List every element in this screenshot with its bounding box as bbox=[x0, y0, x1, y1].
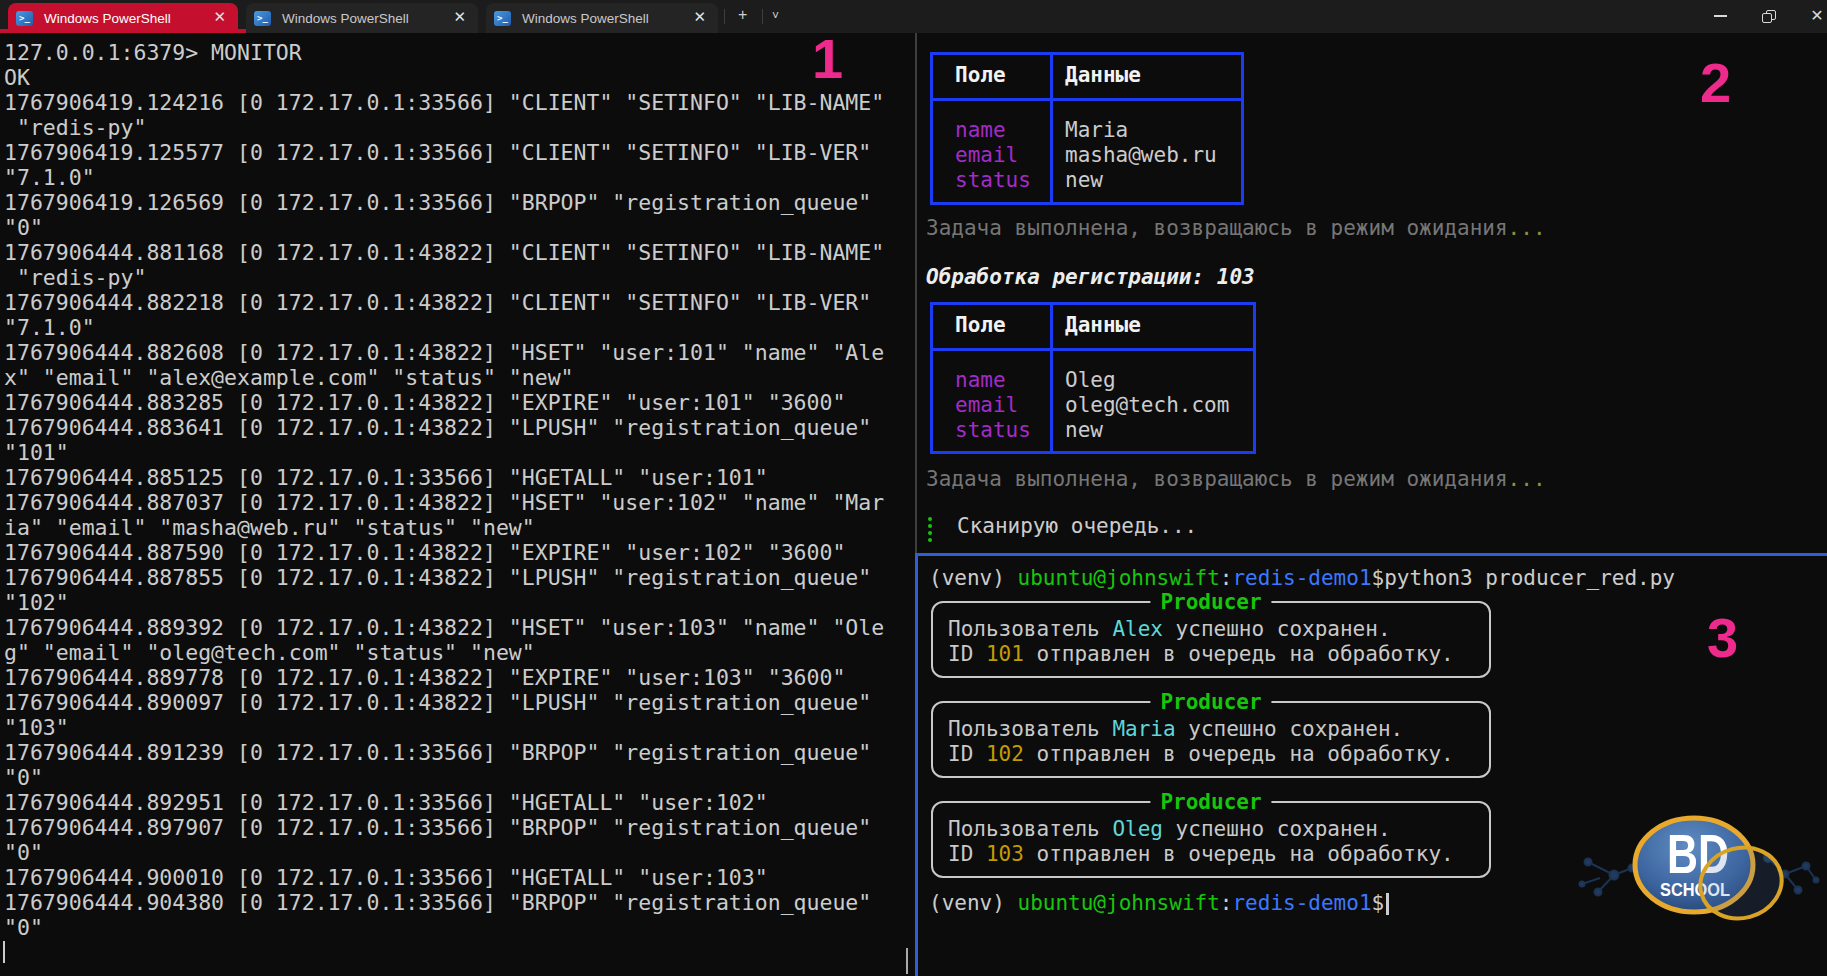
processing-label: Обработка регистрации: 103 bbox=[926, 265, 1255, 289]
left-pane-scrollbar-thumb[interactable] bbox=[906, 948, 908, 974]
close-window-button[interactable]: ✕ bbox=[1794, 0, 1827, 32]
restore-button[interactable] bbox=[1746, 0, 1792, 32]
working-dir: redis-demo1 bbox=[1232, 566, 1371, 590]
tab-powershell-2[interactable]: >_ Windows PowerShell ✕ bbox=[246, 3, 478, 33]
title-bar: >_ Windows PowerShell ✕ >_ Windows Power… bbox=[0, 0, 1827, 33]
table-cell-field: name bbox=[955, 368, 1006, 393]
prompt-colon: : bbox=[1220, 891, 1233, 915]
powershell-icon: >_ bbox=[494, 11, 511, 26]
monitor-output: 127.0.0.1:6379> MONITOR OK 1767906419.12… bbox=[4, 40, 884, 940]
user-id: 102 bbox=[986, 742, 1024, 766]
status-message: Задача выполнена, возвращаюсь в режим ож… bbox=[926, 216, 1546, 240]
status-text: Задача выполнена, возвращаюсь в режим ож… bbox=[926, 216, 1508, 240]
table-cell-value: Oleg bbox=[1065, 368, 1116, 393]
command-text: python3 producer_red.py bbox=[1384, 566, 1675, 590]
user-name: Alex bbox=[1112, 617, 1163, 641]
user-host: ubuntu@johnswift bbox=[1018, 891, 1220, 915]
left-pane-cursor bbox=[3, 941, 5, 963]
table-column-separator bbox=[1050, 305, 1053, 451]
tab-close-icon[interactable]: ✕ bbox=[693, 8, 706, 26]
status-text: Задача выполнена, возвращаюсь в режим ож… bbox=[926, 467, 1508, 491]
panel-line: Пользователь Alex успешно сохранен. bbox=[948, 617, 1391, 642]
tab-dropdown-button[interactable]: ˅ bbox=[772, 9, 779, 23]
producer-panel-1: Producer Пользователь Alex успешно сохра… bbox=[931, 601, 1491, 678]
powershell-icon: >_ bbox=[254, 11, 271, 26]
status-message: Задача выполнена, возвращаюсь в режим ож… bbox=[926, 467, 1546, 491]
prompt-dollar: $ bbox=[1372, 891, 1385, 915]
tab-label: Windows PowerShell bbox=[282, 11, 409, 26]
panel-line: Пользователь Maria успешно сохранен. bbox=[948, 717, 1403, 742]
user-name: Maria bbox=[1112, 717, 1175, 741]
close-icon: ✕ bbox=[1810, 8, 1823, 24]
tab-powershell-3[interactable]: >_ Windows PowerShell ✕ bbox=[486, 3, 718, 33]
tab-label: Windows PowerShell bbox=[44, 11, 171, 26]
tabbar-separator bbox=[762, 9, 763, 24]
result-table-2: Поле Данные name email status Oleg oleg@… bbox=[930, 302, 1256, 454]
minimize-button[interactable] bbox=[1697, 0, 1743, 32]
table-cell-value: masha@web.ru bbox=[1065, 143, 1217, 168]
producer-panel-2: Producer Пользователь Maria успешно сохр… bbox=[931, 701, 1491, 778]
status-dots: ... bbox=[1508, 467, 1546, 491]
table-cell-value: oleg@tech.com bbox=[1065, 393, 1229, 418]
shell-prompt: (venv) ubuntu@johnswift:redis-demo1$pyth… bbox=[929, 566, 1675, 591]
table-cell-field: status bbox=[955, 418, 1031, 443]
annotation-number-2: 2 bbox=[1700, 61, 1731, 105]
panel-line: Пользователь Oleg успешно сохранен. bbox=[948, 817, 1391, 842]
table-header-field: Поле bbox=[955, 313, 1006, 338]
prompt-dollar: $ bbox=[1372, 566, 1385, 590]
annotation-number-3: 3 bbox=[1707, 616, 1738, 660]
table-header-separator bbox=[933, 348, 1253, 351]
scanning-label: Сканирую очередь... bbox=[957, 514, 1197, 538]
powershell-icon: >_ bbox=[16, 11, 33, 26]
venv-label: (venv) bbox=[929, 566, 1018, 590]
panel-line: ID 102 отправлен в очередь на обработку. bbox=[948, 742, 1454, 767]
focused-pane-border-left bbox=[915, 553, 918, 976]
tabbar-separator bbox=[724, 9, 725, 24]
terminal-cursor bbox=[1386, 893, 1389, 915]
panel-line: ID 101 отправлен в очередь на обработку. bbox=[948, 642, 1454, 667]
user-host: ubuntu@johnswift bbox=[1018, 566, 1220, 590]
table-cell-field: name bbox=[955, 118, 1006, 143]
table-column-separator bbox=[1050, 55, 1053, 202]
restore-icon bbox=[1762, 10, 1776, 23]
tab-powershell-1[interactable]: >_ Windows PowerShell ✕ bbox=[8, 3, 238, 33]
result-table-1: Поле Данные name email status Maria mash… bbox=[930, 52, 1244, 205]
status-dots: ... bbox=[1508, 216, 1546, 240]
new-tab-button[interactable]: + bbox=[738, 6, 747, 24]
prompt-colon: : bbox=[1220, 566, 1233, 590]
table-header-data: Данные bbox=[1065, 313, 1141, 338]
producer-panel-3: Producer Пользователь Oleg успешно сохра… bbox=[931, 801, 1491, 878]
table-header-field: Поле bbox=[955, 63, 1006, 88]
table-cell-value: new bbox=[1065, 168, 1103, 193]
user-name: Oleg bbox=[1112, 817, 1163, 841]
tab-label: Windows PowerShell bbox=[522, 11, 649, 26]
table-cell-field: email bbox=[955, 143, 1018, 168]
tab-close-icon[interactable]: ✕ bbox=[213, 8, 226, 26]
table-header-data: Данные bbox=[1065, 63, 1141, 88]
bd-school-logo: BD SCHOOL bbox=[1570, 800, 1827, 976]
table-cell-field: status bbox=[955, 168, 1031, 193]
venv-label: (venv) bbox=[929, 891, 1018, 915]
panel-title: Producer bbox=[1150, 690, 1271, 715]
panel-title: Producer bbox=[1150, 590, 1271, 615]
table-cell-field: email bbox=[955, 393, 1018, 418]
working-dir: redis-demo1 bbox=[1232, 891, 1371, 915]
shell-prompt: (venv) ubuntu@johnswift:redis-demo1$ bbox=[929, 891, 1384, 916]
panel-title: Producer bbox=[1150, 790, 1271, 815]
minimize-icon bbox=[1714, 15, 1727, 17]
user-id: 101 bbox=[986, 642, 1024, 666]
table-cell-value: Maria bbox=[1065, 118, 1128, 143]
table-header-separator bbox=[933, 98, 1241, 101]
focused-pane-border-top bbox=[915, 553, 1827, 556]
panel-line: ID 103 отправлен в очередь на обработку. bbox=[948, 842, 1454, 867]
table-cell-value: new bbox=[1065, 418, 1103, 443]
tab-close-icon[interactable]: ✕ bbox=[453, 8, 466, 26]
user-id: 103 bbox=[986, 842, 1024, 866]
